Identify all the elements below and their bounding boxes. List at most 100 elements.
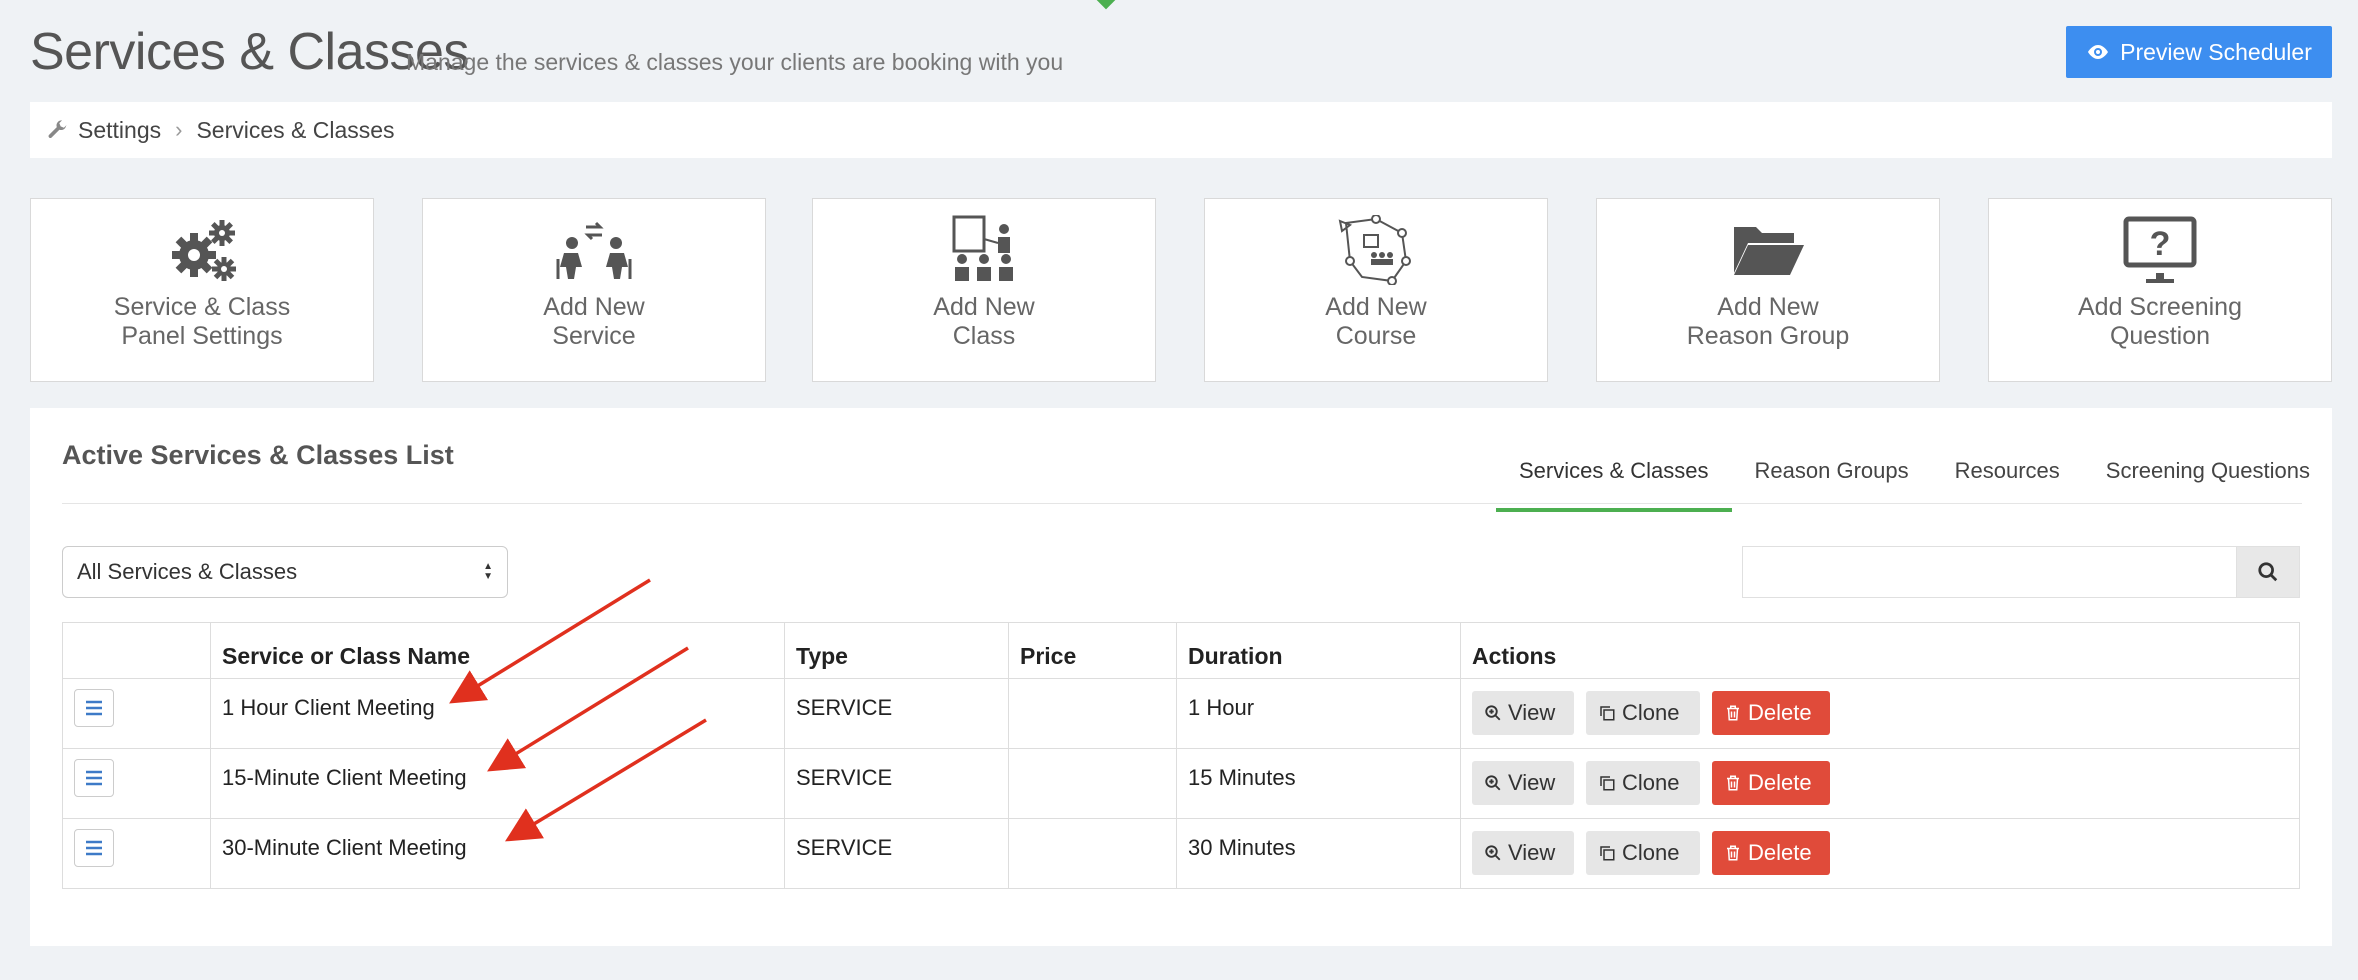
tile-panel-settings[interactable]: Service & Class Panel Settings	[30, 198, 374, 382]
filter-select-value: All Services & Classes	[77, 559, 298, 584]
view-label: View	[1508, 770, 1556, 795]
row-type: SERVICE	[784, 678, 1009, 749]
services-table: Service or Class Name Type Price Duratio…	[62, 622, 2300, 889]
hamburger-icon	[86, 840, 102, 856]
page-subtitle: Manage the services & classes your clien…	[406, 49, 1064, 75]
hamburger-icon	[86, 770, 102, 786]
breadcrumb-separator: ›	[175, 117, 183, 142]
clone-button[interactable]: Clone	[1586, 761, 1700, 805]
select-arrows-icon: ▲ ▼	[483, 561, 493, 582]
trash-icon	[1727, 705, 1739, 721]
table-row: 1 Hour Client Meeting SERVICE 1 Hour Vie…	[62, 678, 2300, 749]
search-icon	[2258, 562, 2278, 582]
svg-text:?: ?	[2150, 225, 2171, 263]
tile-add-service[interactable]: Add New Service	[422, 198, 766, 382]
row-name: 15-Minute Client Meeting	[210, 748, 785, 819]
delete-label: Delete	[1748, 700, 1812, 725]
zoom-in-icon	[1485, 845, 1501, 861]
row-handle-cell	[62, 748, 211, 819]
tile-add-reason-group[interactable]: Add New Reason Group	[1596, 198, 1940, 382]
gears-icon	[172, 220, 236, 281]
view-label: View	[1508, 840, 1556, 865]
view-button[interactable]: View	[1472, 761, 1574, 805]
preview-scheduler-label: Preview Scheduler	[2120, 38, 2312, 65]
table-header-row: Service or Class Name Type Price Duratio…	[62, 622, 2300, 679]
tile-add-screening-question[interactable]: ? Add Screening Question	[1988, 198, 2332, 382]
clone-button[interactable]: Clone	[1586, 831, 1700, 875]
trash-icon	[1727, 775, 1739, 791]
panel-title: Active Services & Classes List	[62, 440, 454, 470]
breadcrumb: Settings › Services & Classes	[30, 102, 2332, 158]
clone-label: Clone	[1622, 700, 1680, 725]
tile-label: Add New Course	[1325, 293, 1427, 350]
tile-add-course[interactable]: Add New Course	[1204, 198, 1548, 382]
row-price	[1008, 818, 1177, 889]
row-handle-cell	[62, 678, 211, 749]
copy-icon	[1600, 706, 1615, 721]
service-people-icon	[556, 221, 632, 279]
row-name: 1 Hour Client Meeting	[210, 678, 785, 749]
table-row: 15-Minute Client Meeting SERVICE 15 Minu…	[62, 748, 2300, 819]
delete-button[interactable]: Delete	[1712, 691, 1830, 735]
tab-screening-questions[interactable]: Screening Questions	[2083, 438, 2332, 512]
header-name: Service or Class Name	[210, 622, 785, 679]
panel-tabs: Services & Classes Reason Groups Resourc…	[1496, 438, 2332, 512]
row-duration: 1 Hour	[1176, 678, 1461, 749]
eye-icon	[2088, 45, 2109, 59]
view-button[interactable]: View	[1472, 831, 1574, 875]
view-label: View	[1508, 700, 1556, 725]
row-actions: View Clone Delete	[1460, 748, 2300, 819]
page-title: Services & Classes	[30, 23, 469, 81]
clone-label: Clone	[1622, 840, 1680, 865]
header-handle	[62, 622, 211, 679]
clone-label: Clone	[1622, 770, 1680, 795]
row-price	[1008, 748, 1177, 819]
tab-reason-groups[interactable]: Reason Groups	[1732, 438, 1932, 512]
zoom-in-icon	[1485, 775, 1501, 791]
header-type: Type	[784, 622, 1009, 679]
row-actions: View Clone Delete	[1460, 678, 2300, 749]
monitor-question-icon: ?	[2123, 216, 2197, 283]
drag-handle-button[interactable]	[74, 759, 114, 797]
breadcrumb-current: Services & Classes	[196, 116, 395, 143]
class-presentation-icon	[952, 215, 1013, 281]
panel-divider	[62, 503, 2302, 504]
table-row: 30-Minute Client Meeting SERVICE 30 Minu…	[62, 818, 2300, 889]
row-type: SERVICE	[784, 748, 1009, 819]
tab-resources[interactable]: Resources	[1932, 438, 2083, 512]
row-handle-cell	[62, 818, 211, 889]
delete-label: Delete	[1748, 840, 1812, 865]
header-actions: Actions	[1460, 622, 2300, 679]
delete-button[interactable]: Delete	[1712, 761, 1830, 805]
row-actions: View Clone Delete	[1460, 818, 2300, 889]
tile-add-class[interactable]: Add New Class	[812, 198, 1156, 382]
delete-label: Delete	[1748, 770, 1812, 795]
zoom-in-icon	[1485, 705, 1501, 721]
filter-select[interactable]: All Services & Classes ▲ ▼	[62, 546, 508, 598]
row-price	[1008, 678, 1177, 749]
preview-scheduler-button[interactable]: Preview Scheduler	[2066, 26, 2332, 78]
tab-services-classes[interactable]: Services & Classes	[1496, 438, 1732, 512]
search-button[interactable]	[2236, 546, 2300, 598]
services-list-panel: Active Services & Classes List Services …	[30, 408, 2332, 946]
row-name: 30-Minute Client Meeting	[210, 818, 785, 889]
view-button[interactable]: View	[1472, 691, 1574, 735]
tile-label: Add New Class	[933, 293, 1035, 350]
drag-handle-button[interactable]	[74, 689, 114, 727]
copy-icon	[1600, 776, 1615, 791]
row-duration: 15 Minutes	[1176, 748, 1461, 819]
header-duration: Duration	[1176, 622, 1461, 679]
wrench-icon	[48, 120, 67, 138]
hamburger-icon	[86, 700, 102, 716]
breadcrumb-settings[interactable]: Settings	[78, 117, 161, 144]
drag-handle-button[interactable]	[74, 829, 114, 867]
tile-label: Add Screening Question	[2077, 293, 2242, 350]
search-input[interactable]	[1742, 546, 2270, 598]
delete-button[interactable]: Delete	[1712, 831, 1830, 875]
folder-open-icon	[1734, 227, 1804, 275]
header-price: Price	[1008, 622, 1177, 679]
tile-label: Service & Class Panel Settings	[113, 293, 291, 350]
clone-button[interactable]: Clone	[1586, 691, 1700, 735]
tile-label: Add New Service	[543, 293, 645, 350]
row-duration: 30 Minutes	[1176, 818, 1461, 889]
